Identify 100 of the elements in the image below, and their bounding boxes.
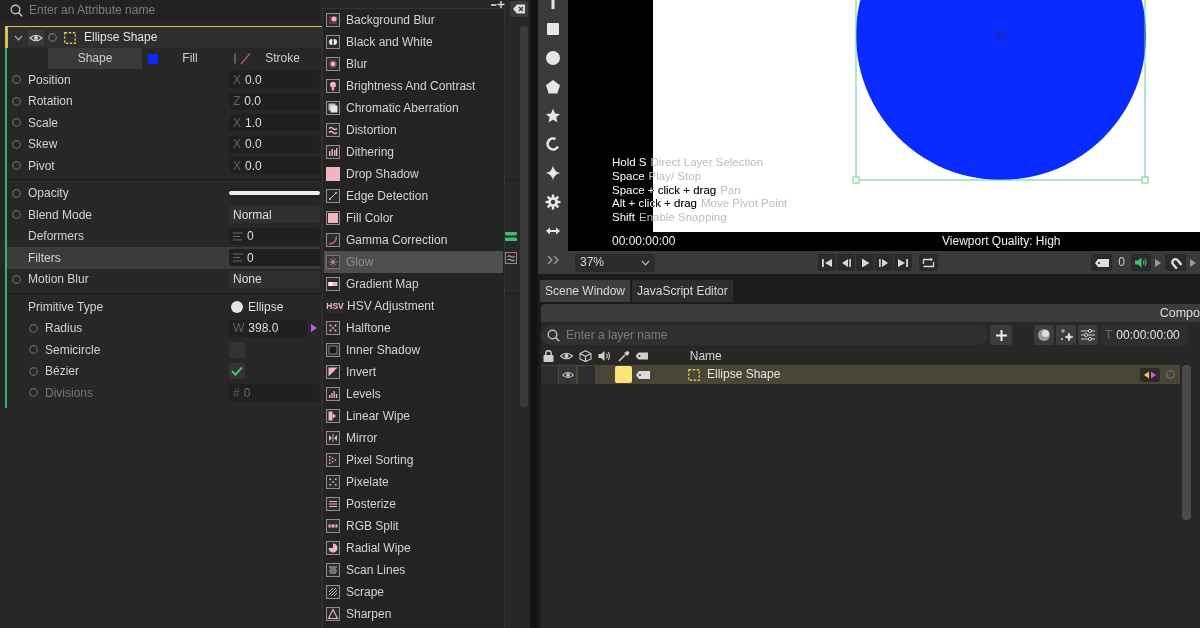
attribute-row[interactable]: Primitive Type Ellipse — [7, 296, 320, 318]
menu-item[interactable]: Background Blur — [324, 9, 503, 31]
ring-icon[interactable] — [12, 118, 21, 128]
menu-item[interactable]: Invert — [324, 361, 503, 383]
tab[interactable]: Stroke — [228, 48, 320, 69]
ring-icon[interactable] — [12, 139, 21, 149]
attribute-row[interactable]: Semicircle — [7, 339, 320, 361]
star-icon[interactable] — [545, 107, 561, 124]
color-swatch-icon[interactable] — [148, 53, 158, 64]
menu-item[interactable]: Pixel Sorting — [324, 449, 503, 471]
step-back-button[interactable] — [837, 254, 855, 271]
eye-icon[interactable] — [28, 29, 44, 46]
layer-search-field[interactable]: Enter a layer name — [541, 325, 988, 345]
ring-icon[interactable] — [12, 161, 21, 171]
attribute-row[interactable]: Opacity — [7, 182, 320, 204]
menu-item[interactable]: Blur — [324, 53, 503, 75]
add-button[interactable] — [990, 325, 1012, 345]
ring-icon[interactable] — [29, 366, 38, 376]
ring-icon[interactable] — [29, 323, 38, 333]
skip-to-start-button[interactable] — [818, 254, 836, 271]
triangle-icon[interactable] — [1190, 258, 1196, 267]
attribute-row[interactable]: Scale X 1.0 — [7, 112, 320, 134]
list-field[interactable]: 0 — [229, 249, 320, 267]
menu-item[interactable]: RGB Split — [324, 515, 503, 537]
menu-item[interactable]: Gamma Correction — [324, 229, 503, 251]
sparkles-button[interactable] — [1056, 325, 1076, 345]
attribute-row[interactable]: Blend Mode Normal — [7, 204, 320, 226]
tab[interactable]: Scene Window — [540, 280, 631, 302]
circle-icon[interactable] — [545, 49, 561, 66]
tab[interactable]: Fill — [142, 48, 228, 69]
tag-icon[interactable] — [635, 350, 649, 362]
magnet-button[interactable] — [1165, 254, 1186, 271]
list-field[interactable]: 0 — [229, 227, 320, 245]
triangle-icon[interactable] — [1155, 258, 1161, 267]
attribute-row[interactable]: Bézier — [7, 360, 320, 382]
cube-icon[interactable] — [579, 350, 593, 362]
menu-item[interactable]: Inner Shadow — [324, 339, 503, 361]
menu-item[interactable]: Chromatic Aberration — [324, 97, 503, 119]
number-field[interactable]: W 398.0 — [229, 319, 307, 337]
eye-icon[interactable] — [561, 370, 574, 379]
eye-icon[interactable] — [560, 350, 574, 362]
ring-icon[interactable] — [12, 96, 21, 106]
number-field[interactable]: X 1.0 — [229, 114, 320, 132]
attribute-row[interactable]: Motion Blur None — [7, 268, 320, 290]
speaker-button[interactable] — [1131, 254, 1151, 271]
zoom-dropdown[interactable]: 37% — [575, 253, 655, 272]
menu-item[interactable]: Mirror — [324, 427, 503, 449]
layer-toggle[interactable] — [578, 365, 595, 384]
connection-arrow-icon[interactable] — [311, 324, 317, 333]
square-icon[interactable] — [545, 21, 561, 38]
menu-item[interactable]: Radial Wipe — [324, 537, 503, 559]
vertical-bar-icon[interactable] — [551, 0, 555, 9]
ring-icon[interactable] — [12, 210, 21, 220]
color-swatch-icon[interactable] — [615, 366, 632, 383]
pentagon-icon[interactable] — [545, 78, 561, 95]
skip-to-end-button[interactable] — [894, 254, 912, 271]
arc-icon[interactable] — [545, 136, 561, 153]
slash-icon[interactable] — [234, 52, 251, 65]
stacked-bars-icon[interactable] — [505, 231, 517, 241]
dropdown[interactable]: Normal — [229, 206, 320, 224]
menu-item[interactable]: Brightness And Contrast — [324, 75, 503, 97]
play-button[interactable] — [856, 254, 874, 271]
keyframe-arrows-icon[interactable] — [1140, 367, 1160, 382]
scrollbar-thumb[interactable] — [520, 26, 528, 407]
ring-icon[interactable] — [48, 33, 57, 42]
ring-icon[interactable] — [29, 345, 38, 355]
step-forward-button[interactable] — [875, 254, 893, 271]
tag-button[interactable] — [1091, 254, 1113, 271]
menu-item[interactable]: Linear Wipe — [324, 405, 503, 427]
tab[interactable]: JavaScript Editor — [632, 280, 733, 302]
menu-item[interactable]: Fill Color — [324, 207, 503, 229]
sliders-button[interactable] — [1078, 325, 1098, 345]
menu-item[interactable]: Pixelate — [324, 471, 503, 493]
sparkle-icon[interactable] — [545, 165, 561, 182]
menu-item[interactable]: Drop Shadow — [324, 163, 503, 185]
settings-icon[interactable] — [545, 194, 561, 210]
menu-item[interactable]: HSV HSV Adjustment — [324, 295, 503, 317]
visibility-toggle[interactable] — [559, 365, 576, 384]
ring-icon[interactable] — [12, 75, 21, 85]
ring-icon[interactable] — [12, 274, 21, 284]
lock-icon[interactable] — [541, 350, 555, 362]
menu-item[interactable]: Halftone — [324, 317, 503, 339]
sphere-button[interactable] — [1034, 325, 1054, 345]
time-field[interactable]: T 00:00:00:00 — [1100, 325, 1188, 345]
layer-row[interactable]: Ellipse Shape — [541, 365, 1180, 384]
menu-item[interactable]: Black and White — [324, 31, 503, 53]
checkbox[interactable] — [229, 363, 245, 380]
layer-header[interactable]: Ellipse Shape — [5, 26, 322, 48]
attribute-row[interactable]: Rotation Z 0.0 — [7, 90, 320, 112]
ring-icon[interactable] — [12, 188, 21, 198]
tab[interactable]: Shape — [48, 48, 142, 69]
attribute-row[interactable]: Pivot X 0.0 — [7, 155, 320, 177]
number-field[interactable]: X 0.0 — [229, 135, 320, 153]
attribute-row[interactable]: Filters 0 — [7, 247, 320, 269]
tag-icon[interactable] — [636, 370, 650, 379]
menu-item[interactable]: Dithering — [324, 141, 503, 163]
number-field[interactable]: X 0.0 — [229, 157, 320, 175]
minus-plus-icon[interactable] — [491, 1, 505, 8]
scrollbar-thumb[interactable] — [1182, 365, 1191, 520]
dropdown[interactable]: None — [229, 270, 320, 288]
